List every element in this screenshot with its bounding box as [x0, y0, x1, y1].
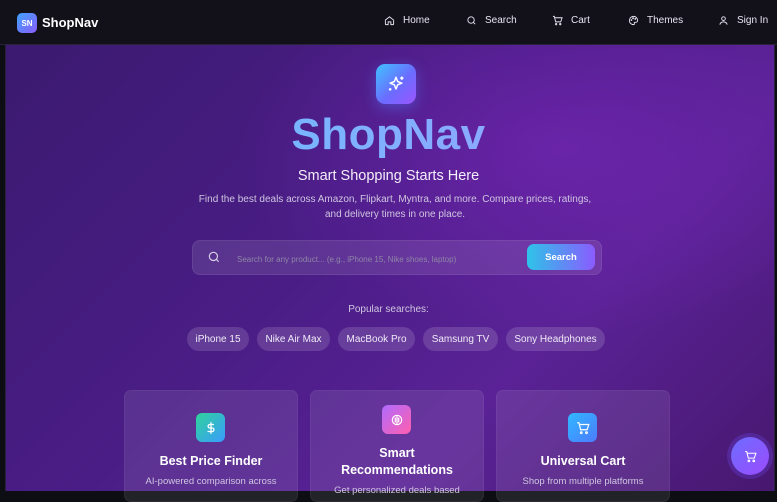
popular-searches-label: Popular searches: [348, 304, 429, 315]
cart-icon [552, 15, 563, 26]
search-bar: Search [192, 240, 602, 275]
nav-search-label: Search [485, 15, 517, 26]
palette-icon [628, 15, 639, 26]
search-button[interactable]: Search [527, 244, 595, 270]
logo-text[interactable]: ShopNav [42, 15, 98, 30]
nav-sign-in-label: Sign In [737, 15, 769, 26]
nav-themes[interactable]: Themes [628, 15, 683, 26]
feature-description: Shop from multiple platforms [522, 476, 644, 487]
hero-logo-icon [376, 64, 416, 104]
nav-search[interactable]: Search [466, 15, 517, 26]
nav-cart[interactable]: Cart [552, 15, 590, 26]
home-icon [384, 16, 395, 26]
nav-themes-label: Themes [647, 15, 684, 26]
sparkles-icon [388, 76, 404, 91]
cart-icon [568, 413, 597, 442]
feature-title: Smart Recommendations [341, 446, 453, 477]
search-input[interactable] [235, 250, 519, 268]
navbar: SN ShopNav Home Search Cart Themes Sign … [0, 0, 777, 45]
popular-chip[interactable]: Nike Air Max [257, 327, 330, 351]
popular-chip[interactable]: MacBook Pro [338, 327, 415, 351]
dollar-icon [196, 413, 225, 442]
hero-description: Find the best deals across Amazon, Flipk… [198, 194, 592, 220]
popular-chip[interactable]: Sony Headphones [506, 327, 605, 351]
search-icon [208, 251, 220, 263]
brain-icon [382, 405, 411, 434]
nav-home[interactable]: Home [384, 15, 430, 26]
hero-subtitle: Smart Shopping Starts Here [297, 168, 480, 184]
nav-cart-label: Cart [571, 15, 590, 26]
nav-home-label: Home [403, 15, 430, 26]
user-icon [719, 16, 728, 25]
hero-title: ShopNav [0, 110, 777, 160]
popular-chip[interactable]: Samsung TV [423, 327, 498, 351]
floating-cart-button[interactable] [731, 437, 769, 475]
feature-description: AI-powered comparison across [145, 476, 277, 487]
feature-title: Universal Cart [540, 454, 626, 468]
nav-sign-in[interactable]: Sign In [718, 15, 768, 26]
feature-card-price-finder[interactable]: Best Price Finder AI-powered comparison … [124, 390, 298, 502]
feature-title: Best Price Finder [159, 454, 263, 468]
feature-card-recommendations[interactable]: Smart Recommendations Get personalized d… [310, 390, 484, 502]
search-icon [467, 16, 476, 25]
popular-chip[interactable]: iPhone 15 [187, 327, 249, 351]
cart-icon [744, 450, 757, 462]
logo-badge[interactable]: SN [17, 13, 37, 33]
feature-card-universal-cart[interactable]: Universal Cart Shop from multiple platfo… [496, 390, 670, 502]
